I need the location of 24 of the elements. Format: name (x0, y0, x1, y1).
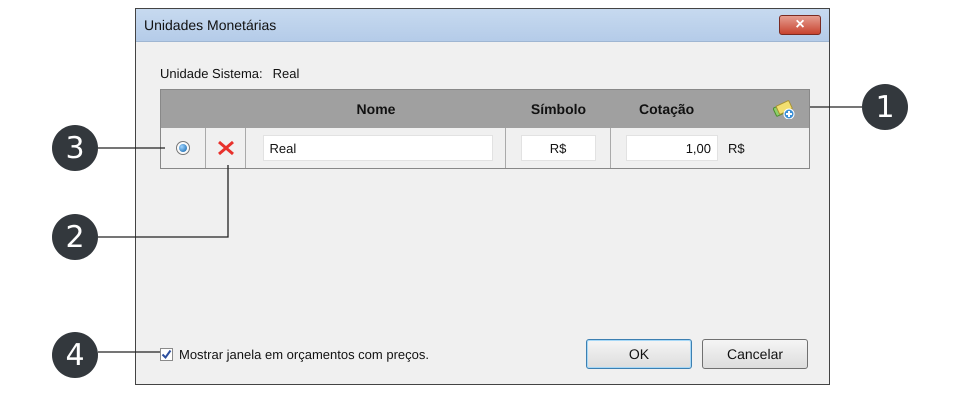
callout-badge: 2 (52, 214, 98, 260)
system-unit-value: Real (272, 66, 300, 80)
leader-line (98, 147, 165, 149)
leader-line (810, 106, 862, 108)
system-unit-label: Unidade Sistema: (160, 66, 263, 80)
checkbox[interactable] (160, 348, 173, 360)
column-header: Cotação (639, 101, 694, 117)
ok-button[interactable]: OK (586, 339, 692, 369)
rate-unit: R$ (728, 140, 745, 156)
column-header: Símbolo (530, 101, 588, 117)
rate-field[interactable]: 1,00 (626, 135, 718, 161)
checkbox-label: Mostrar janela em orçamentos com preços. (179, 346, 430, 362)
callout-badge: 4 (52, 332, 98, 378)
callout-badge: 1 (862, 84, 908, 130)
cancel-button[interactable]: Cancelar (702, 339, 808, 369)
add-money-icon[interactable] (773, 99, 795, 119)
leader-line (98, 351, 160, 353)
callout-badge: 3 (52, 125, 98, 171)
window-title: Unidades Monetárias (144, 17, 276, 33)
delete-icon[interactable] (216, 140, 234, 156)
row-radio[interactable] (176, 141, 190, 155)
name-field[interactable]: Real (262, 135, 492, 161)
symbol-field[interactable]: R$ (520, 135, 596, 161)
column-header: Nome (356, 101, 396, 117)
